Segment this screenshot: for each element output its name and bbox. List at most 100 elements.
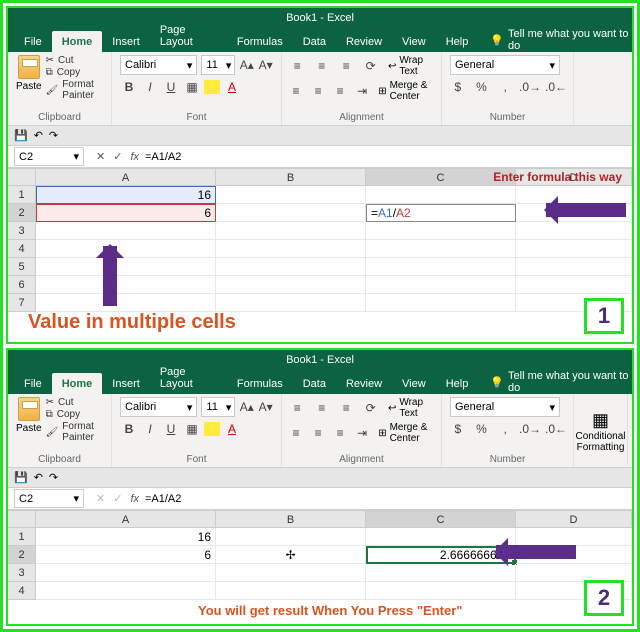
redo-icon[interactable]: ↷ [49,471,58,484]
cell-a2[interactable]: 6 [36,546,216,564]
indent-icon[interactable]: ⇥ [356,82,368,100]
save-icon[interactable]: 💾 [14,129,28,142]
comma-format-icon[interactable]: , [497,78,513,96]
font-family-select[interactable]: Calibri▾ [120,397,197,417]
cell-c2-editing[interactable]: =A1/A2 [366,204,516,222]
tab-review[interactable]: Review [336,31,392,52]
cancel-icon[interactable]: ✕ [96,150,105,163]
tab-help[interactable]: Help [436,31,479,52]
row-header-7[interactable]: 7 [8,294,36,312]
font-color-button[interactable]: A [223,78,241,96]
cut-button[interactable]: ✂Cut [46,397,103,408]
tab-page-layout[interactable]: Page Layout [150,361,227,394]
paste-button[interactable]: Paste [16,397,42,443]
paste-button[interactable]: Paste [16,55,42,101]
borders-button[interactable]: ▦ [183,78,201,96]
increase-decimal-icon[interactable]: .0→ [521,78,539,96]
align-center-icon[interactable]: ≡ [312,82,324,100]
decrease-decimal-icon[interactable]: .0← [547,420,565,438]
fx-icon[interactable]: fx [130,151,139,163]
align-middle-icon[interactable]: ≡ [314,57,328,75]
name-box[interactable]: C2▾ [14,489,84,508]
align-left-icon[interactable]: ≡ [290,424,302,442]
merge-center-button[interactable]: ⊞Merge & Center [378,422,433,444]
increase-font-icon[interactable]: A▴ [239,56,254,74]
align-center-icon[interactable]: ≡ [312,424,324,442]
cell-b2[interactable] [216,204,366,222]
increase-font-icon[interactable]: A▴ [239,398,254,416]
font-color-button[interactable]: A [223,420,241,438]
fill-color-button[interactable] [204,80,220,94]
percent-format-icon[interactable]: % [474,78,490,96]
row-header-4[interactable]: 4 [8,582,36,600]
tab-data[interactable]: Data [293,373,336,394]
tell-me[interactable]: 💡 Tell me what you want to do [478,28,632,52]
col-header-d[interactable]: D [516,511,632,527]
align-left-icon[interactable]: ≡ [290,82,302,100]
tab-home[interactable]: Home [52,31,103,52]
wrap-text-button[interactable]: ↩Wrap Text [388,397,433,419]
cell-a2[interactable]: 6 [36,204,216,222]
tab-data[interactable]: Data [293,31,336,52]
tab-file[interactable]: File [14,31,52,52]
tell-me[interactable]: 💡 Tell me what you want to do [478,370,632,394]
row-header-5[interactable]: 5 [8,258,36,276]
borders-button[interactable]: ▦ [183,420,201,438]
decrease-font-icon[interactable]: A▾ [258,398,273,416]
name-box[interactable]: C2▾ [14,147,84,166]
row-header-3[interactable]: 3 [8,564,36,582]
row-header-6[interactable]: 6 [8,276,36,294]
accounting-format-icon[interactable]: $ [450,420,466,438]
tab-view[interactable]: View [392,373,436,394]
comma-format-icon[interactable]: , [497,420,513,438]
underline-button[interactable]: U [162,420,180,438]
row-header-3[interactable]: 3 [8,222,36,240]
tab-insert[interactable]: Insert [102,31,150,52]
orientation-icon[interactable]: ⟳ [363,399,377,417]
tab-help[interactable]: Help [436,373,479,394]
increase-decimal-icon[interactable]: .0→ [521,420,539,438]
fill-color-button[interactable] [204,422,220,436]
format-painter-button[interactable]: 🖌Format Painter [46,421,103,443]
align-right-icon[interactable]: ≡ [334,424,346,442]
copy-button[interactable]: ⧉Copy [46,67,103,78]
undo-icon[interactable]: ↶ [34,471,43,484]
bold-button[interactable]: B [120,78,138,96]
font-size-select[interactable]: 11▾ [201,55,235,75]
accounting-format-icon[interactable]: $ [450,78,466,96]
formula-input[interactable]: =A1/A2 [139,151,632,163]
underline-button[interactable]: U [162,78,180,96]
cell-c1[interactable] [366,186,516,204]
undo-icon[interactable]: ↶ [34,129,43,142]
tab-insert[interactable]: Insert [102,373,150,394]
cell-a1[interactable]: 16 [36,186,216,204]
cell-a1[interactable]: 16 [36,528,216,546]
indent-icon[interactable]: ⇥ [356,424,368,442]
col-header-b[interactable]: B [216,169,366,185]
tab-page-layout[interactable]: Page Layout [150,19,227,52]
enter-icon[interactable]: ✓ [113,150,122,163]
row-header-2[interactable]: 2 [8,204,36,222]
font-family-select[interactable]: Calibri▾ [120,55,197,75]
number-format-select[interactable]: General▾ [450,55,560,75]
decrease-font-icon[interactable]: A▾ [258,56,273,74]
col-header-c[interactable]: C [366,511,516,527]
italic-button[interactable]: I [141,420,159,438]
row-header-1[interactable]: 1 [8,528,36,546]
conditional-formatting-button[interactable]: ▦ Conditional Formatting [575,410,625,453]
italic-button[interactable]: I [141,78,159,96]
orientation-icon[interactable]: ⟳ [363,57,377,75]
font-size-select[interactable]: 11▾ [201,397,235,417]
copy-button[interactable]: ⧉Copy [46,409,103,420]
row-header-1[interactable]: 1 [8,186,36,204]
fx-icon[interactable]: fx [130,493,139,505]
align-right-icon[interactable]: ≡ [334,82,346,100]
tab-formulas[interactable]: Formulas [227,373,293,394]
cut-button[interactable]: ✂Cut [46,55,103,66]
redo-icon[interactable]: ↷ [49,129,58,142]
align-top-icon[interactable]: ≡ [290,399,304,417]
wrap-text-button[interactable]: ↩Wrap Text [388,55,433,77]
number-format-select[interactable]: General▾ [450,397,560,417]
row-header-4[interactable]: 4 [8,240,36,258]
align-bottom-icon[interactable]: ≡ [339,399,353,417]
